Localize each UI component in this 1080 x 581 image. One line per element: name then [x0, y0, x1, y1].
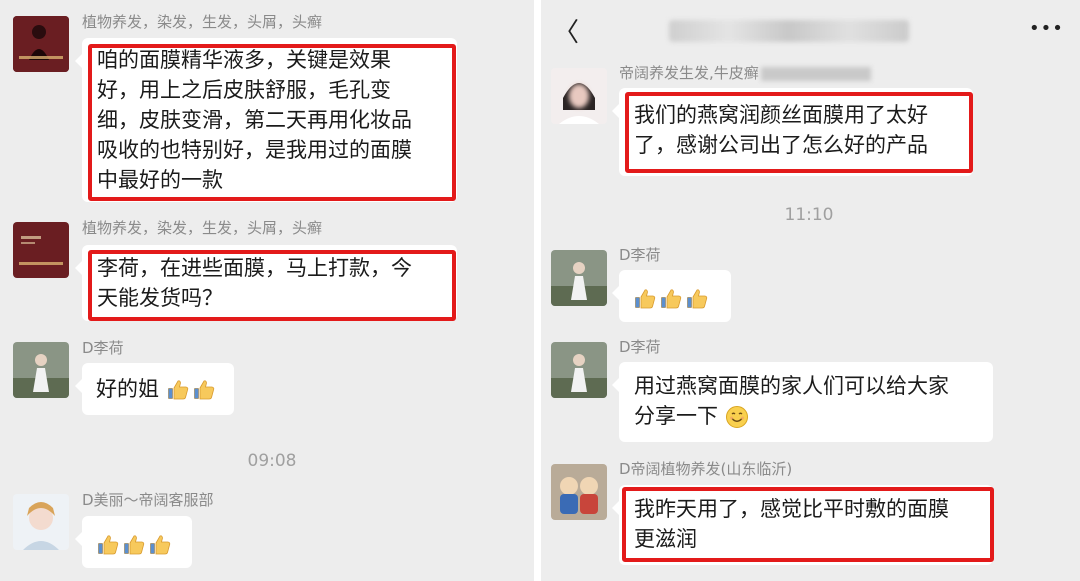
sender-name: D帝阔植物养发(山东临沂)	[619, 460, 793, 478]
sender-name: 帝阔养发生发,牛皮癣	[619, 64, 871, 82]
avatar-image	[551, 68, 607, 124]
message-line: 用过燕窝面膜的家人们可以给大家	[634, 374, 949, 398]
sender-name-text: 帝阔养发生发,牛皮癣	[619, 64, 759, 82]
panel-divider	[534, 0, 541, 581]
sender-name: D李荷	[82, 339, 124, 357]
avatar[interactable]	[551, 250, 607, 306]
group-name: 植物养发，染发，生发，头屑，头癣	[82, 219, 323, 237]
avatar-image	[13, 16, 69, 72]
avatar-image	[13, 342, 69, 398]
highlight-box	[88, 250, 456, 321]
group-name: 植物养发，染发，生发，头屑，头癣	[82, 13, 323, 31]
avatar-image	[13, 222, 69, 278]
message-bubble[interactable]	[612, 270, 731, 322]
thumbs-up-icon	[659, 287, 683, 311]
thumbs-up-icon	[96, 533, 120, 557]
avatar[interactable]	[13, 222, 69, 278]
avatar[interactable]	[551, 342, 607, 398]
thumbs-up-icon	[122, 533, 146, 557]
avatar-image	[551, 342, 607, 398]
smile-icon	[725, 405, 749, 429]
message-bubble[interactable]	[75, 516, 192, 568]
avatar-image	[551, 464, 607, 520]
blurred-id	[760, 66, 871, 81]
thumbs-up-icon	[166, 378, 190, 402]
thumbs-up-icon	[633, 287, 657, 311]
back-icon[interactable]: 〈	[553, 12, 579, 49]
message-bubble[interactable]: 用过燕窝面膜的家人们可以给大家 分享一下	[612, 362, 993, 442]
message-line: 分享一下	[634, 404, 718, 428]
sender-name: D美丽～帝阔客服部	[82, 491, 214, 509]
chat-title-blurred	[669, 20, 909, 42]
message-text: 好的姐	[96, 377, 159, 401]
highlight-box	[88, 44, 456, 201]
avatar[interactable]	[13, 342, 69, 398]
highlight-box	[625, 92, 973, 173]
avatar[interactable]	[551, 464, 607, 520]
more-icon[interactable]: •••	[1029, 18, 1064, 39]
sender-name: D李荷	[619, 338, 661, 356]
thumbs-up-icon	[685, 287, 709, 311]
right-chat-screenshot: 〈 ••• 帝阔养发生发,牛皮癣 我们的燕窝润颜丝面膜用了太好 了，感谢公司出了…	[541, 0, 1080, 581]
message-bubble[interactable]: 好的姐	[75, 363, 234, 415]
sender-name: D李荷	[619, 246, 661, 264]
thumbs-up-icon	[192, 378, 216, 402]
avatar[interactable]	[551, 68, 607, 124]
avatar[interactable]	[13, 16, 69, 72]
avatar[interactable]	[13, 494, 69, 550]
thumbs-up-icon	[148, 533, 172, 557]
timestamp: 11:10	[784, 205, 834, 225]
avatar-image	[13, 494, 69, 550]
avatar-image	[551, 250, 607, 306]
left-chat-screenshot: 植物养发，染发，生发，头屑，头癣 咱的面膜精华液多，关键是效果 好，用上之后皮肤…	[0, 0, 534, 581]
timestamp: 09:08	[247, 451, 297, 471]
chat-header: 〈 •••	[541, 0, 1080, 58]
highlight-box	[622, 487, 994, 562]
